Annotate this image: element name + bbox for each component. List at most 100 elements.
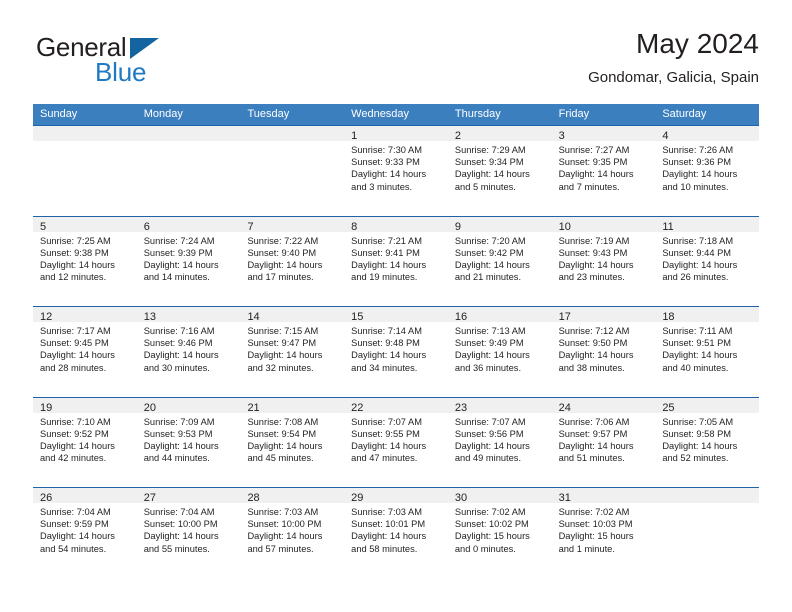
day-cell[interactable]: 6 Sunrise: 7:24 AM Sunset: 9:39 PM Dayli… <box>136 216 241 306</box>
day-cell[interactable]: 8 Sunrise: 7:21 AM Sunset: 9:41 PM Dayli… <box>344 216 448 306</box>
day-details: Sunrise: 7:26 AM Sunset: 9:36 PM Dayligh… <box>655 141 759 193</box>
daylight-text-line2: and 51 minutes. <box>558 453 625 464</box>
day-cell[interactable]: 20 Sunrise: 7:09 AM Sunset: 9:53 PM Dayl… <box>136 397 241 487</box>
day-cell[interactable]: 4 Sunrise: 7:26 AM Sunset: 9:36 PM Dayli… <box>655 126 760 216</box>
daylight-text-line2: and 49 minutes. <box>454 453 522 464</box>
weekday-header-monday: Monday <box>143 108 183 120</box>
day-details: Sunrise: 7:15 AM Sunset: 9:47 PM Dayligh… <box>240 322 344 374</box>
calendar-week-row: 1 Sunrise: 7:30 AM Sunset: 9:33 PM Dayli… <box>33 125 760 216</box>
day-cell[interactable]: 15 Sunrise: 7:14 AM Sunset: 9:48 PM Dayl… <box>344 307 448 397</box>
day-number-band: 27 <box>136 488 241 504</box>
day-details: Sunrise: 7:30 AM Sunset: 9:33 PM Dayligh… <box>344 141 448 193</box>
sunrise-text: Sunrise: 7:13 AM <box>454 326 526 336</box>
daylight-text-line2: and 44 minutes. <box>143 453 210 464</box>
day-details: Sunrise: 7:19 AM Sunset: 9:43 PM Dayligh… <box>552 232 656 284</box>
day-details: Sunrise: 7:13 AM Sunset: 9:49 PM Dayligh… <box>448 322 552 374</box>
sunset-text: Sunset: 9:59 PM <box>40 519 109 530</box>
day-cell[interactable]: 22 Sunrise: 7:07 AM Sunset: 9:55 PM Dayl… <box>344 397 448 487</box>
day-number-band: 22 <box>344 397 448 414</box>
day-cell[interactable] <box>33 126 137 216</box>
daylight-text-line2: and 55 minutes. <box>143 543 210 554</box>
calendar-page: General Blue May 2024 Gondomar, Galicia,… <box>0 0 792 612</box>
daylight-text-line1: Daylight: 14 hours <box>40 350 115 361</box>
day-cell[interactable]: 29 Sunrise: 7:03 AM Sunset: 10:01 PM Day… <box>344 488 448 578</box>
day-cell[interactable]: 21 Sunrise: 7:08 AM Sunset: 9:54 PM Dayl… <box>240 397 345 487</box>
day-cell[interactable]: 23 Sunrise: 7:07 AM Sunset: 9:56 PM Dayl… <box>447 397 552 487</box>
day-details: Sunrise: 7:16 AM Sunset: 9:46 PM Dayligh… <box>137 322 241 374</box>
sunrise-text: Sunrise: 7:16 AM <box>143 326 215 336</box>
sunset-text: Sunset: 9:58 PM <box>662 428 732 439</box>
day-cell[interactable] <box>136 126 241 216</box>
day-cell[interactable]: 5 Sunrise: 7:25 AM Sunset: 9:38 PM Dayli… <box>33 216 137 306</box>
sunset-text: Sunset: 9:40 PM <box>247 247 317 258</box>
sunset-text: Sunset: 9:54 PM <box>247 428 317 439</box>
day-cell[interactable]: 26 Sunrise: 7:04 AM Sunset: 9:59 PM Dayl… <box>33 488 137 578</box>
weekday-header-friday: Friday <box>558 108 590 120</box>
day-cell[interactable]: 31 Sunrise: 7:02 AM Sunset: 10:03 PM Day… <box>551 488 656 578</box>
day-cell[interactable]: 12 Sunrise: 7:17 AM Sunset: 9:45 PM Dayl… <box>33 307 137 397</box>
daylight-text-line1: Daylight: 14 hours <box>662 350 738 361</box>
sunrise-text: Sunrise: 7:05 AM <box>662 416 734 427</box>
day-number: 1 <box>351 130 358 142</box>
day-cell[interactable]: 18 Sunrise: 7:11 AM Sunset: 9:51 PM Dayl… <box>655 307 760 397</box>
day-number-band: 12 <box>33 307 137 323</box>
sunrise-text: Sunrise: 7:10 AM <box>40 416 111 427</box>
sunrise-text: Sunrise: 7:04 AM <box>40 507 111 517</box>
day-cell[interactable]: 19 Sunrise: 7:10 AM Sunset: 9:52 PM Dayl… <box>33 397 137 487</box>
day-number: 13 <box>143 311 156 323</box>
day-cell[interactable]: 16 Sunrise: 7:13 AM Sunset: 9:49 PM Dayl… <box>447 307 552 397</box>
day-cell[interactable]: 14 Sunrise: 7:15 AM Sunset: 9:47 PM Dayl… <box>240 307 345 397</box>
daylight-text-line1: Daylight: 14 hours <box>454 350 530 361</box>
day-number-band <box>655 488 760 503</box>
daylight-text-line2: and 34 minutes. <box>351 362 418 373</box>
sunrise-text: Sunrise: 7:24 AM <box>143 235 215 246</box>
daylight-text-line2: and 3 minutes. <box>351 181 413 192</box>
day-cell[interactable]: 9 Sunrise: 7:20 AM Sunset: 9:42 PM Dayli… <box>447 216 552 306</box>
sunset-text: Sunset: 10:03 PM <box>558 519 633 530</box>
day-cell[interactable]: 3 Sunrise: 7:27 AM Sunset: 9:35 PM Dayli… <box>551 126 656 216</box>
sunset-text: Sunset: 9:39 PM <box>143 247 213 258</box>
day-cell[interactable]: 28 Sunrise: 7:03 AM Sunset: 10:00 PM Day… <box>240 488 345 578</box>
day-cell[interactable]: 13 Sunrise: 7:16 AM Sunset: 9:46 PM Dayl… <box>136 307 241 397</box>
day-cell[interactable]: 2 Sunrise: 7:29 AM Sunset: 9:34 PM Dayli… <box>447 126 552 216</box>
page-subtitle: Gondomar, Galicia, Spain <box>588 69 759 86</box>
day-cell[interactable]: 17 Sunrise: 7:12 AM Sunset: 9:50 PM Dayl… <box>551 307 656 397</box>
day-number: 14 <box>247 311 260 323</box>
sunset-text: Sunset: 10:00 PM <box>247 519 322 530</box>
day-number-band: 6 <box>136 216 241 233</box>
sunset-text: Sunset: 9:43 PM <box>558 247 628 258</box>
sunset-text: Sunset: 10:00 PM <box>143 519 218 530</box>
day-number-band: 9 <box>447 216 552 233</box>
day-details: Sunrise: 7:11 AM Sunset: 9:51 PM Dayligh… <box>655 322 759 374</box>
daylight-text-line2: and 21 minutes. <box>454 272 522 283</box>
day-cell[interactable]: 10 Sunrise: 7:19 AM Sunset: 9:43 PM Dayl… <box>551 216 656 306</box>
daylight-text-line2: and 30 minutes. <box>143 362 210 373</box>
daylight-text-line1: Daylight: 14 hours <box>351 440 427 451</box>
day-cell[interactable]: 25 Sunrise: 7:05 AM Sunset: 9:58 PM Dayl… <box>655 397 760 487</box>
daylight-text-line2: and 28 minutes. <box>40 362 107 373</box>
sunrise-text: Sunrise: 7:30 AM <box>351 145 422 155</box>
sunset-text: Sunset: 9:35 PM <box>558 157 628 168</box>
calendar-week-row: 5 Sunrise: 7:25 AM Sunset: 9:38 PM Dayli… <box>33 215 760 306</box>
day-number: 28 <box>247 492 260 504</box>
day-cell[interactable]: 27 Sunrise: 7:04 AM Sunset: 10:00 PM Day… <box>136 488 241 578</box>
day-cell[interactable]: 24 Sunrise: 7:06 AM Sunset: 9:57 PM Dayl… <box>551 397 656 487</box>
day-cell[interactable]: 7 Sunrise: 7:22 AM Sunset: 9:40 PM Dayli… <box>240 216 345 306</box>
day-cell[interactable] <box>655 488 760 578</box>
day-number-band: 16 <box>447 307 552 323</box>
sunrise-text: Sunrise: 7:09 AM <box>143 416 215 427</box>
day-number: 5 <box>40 220 47 233</box>
day-cell[interactable]: 30 Sunrise: 7:02 AM Sunset: 10:02 PM Day… <box>447 488 552 578</box>
sunrise-text: Sunrise: 7:12 AM <box>558 326 630 336</box>
weekday-header-saturday: Saturday <box>662 108 707 120</box>
daylight-text-line1: Daylight: 14 hours <box>351 169 427 180</box>
day-cell[interactable]: 1 Sunrise: 7:30 AM Sunset: 9:33 PM Dayli… <box>344 126 448 216</box>
day-cell[interactable] <box>240 126 345 216</box>
day-cell[interactable]: 11 Sunrise: 7:18 AM Sunset: 9:44 PM Dayl… <box>655 216 760 306</box>
daylight-text-line1: Daylight: 14 hours <box>662 440 738 451</box>
day-number-band <box>33 126 137 141</box>
daylight-text-line1: Daylight: 14 hours <box>662 169 738 180</box>
daylight-text-line1: Daylight: 14 hours <box>558 169 634 180</box>
day-number: 21 <box>247 401 260 414</box>
sunrise-text: Sunrise: 7:27 AM <box>558 145 630 155</box>
